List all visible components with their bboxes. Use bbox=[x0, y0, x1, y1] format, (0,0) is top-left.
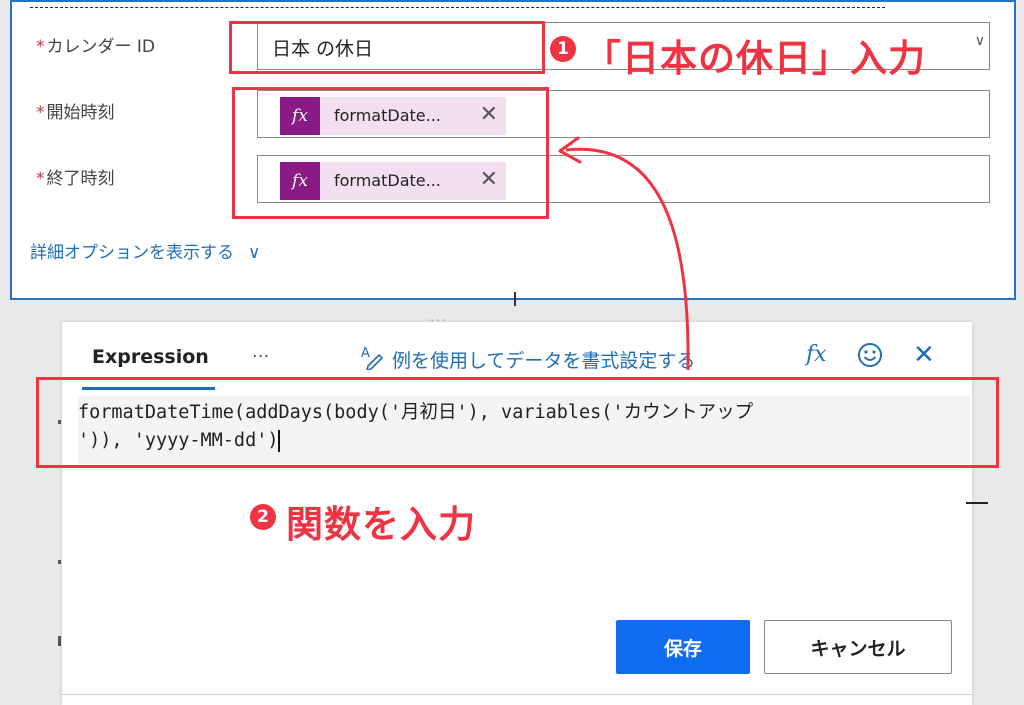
step-number-badge: 1 bbox=[550, 36, 576, 62]
cancel-button[interactable]: キャンセル bbox=[764, 620, 952, 674]
step-number-badge: 2 bbox=[250, 504, 276, 530]
fx-icon[interactable]: fx bbox=[806, 342, 827, 367]
start-time-label: * 開始時刻 bbox=[36, 103, 115, 123]
close-icon[interactable]: ✕ bbox=[913, 340, 935, 370]
format-icon[interactable]: A bbox=[359, 344, 385, 375]
smile-icon[interactable] bbox=[857, 342, 883, 368]
highlight-box-expression bbox=[36, 377, 999, 468]
svg-text:A: A bbox=[361, 346, 370, 361]
advanced-options-link[interactable]: 詳細オプションを表示する ∨ bbox=[30, 238, 260, 263]
step2-annotation: 関数を入力 bbox=[286, 503, 476, 546]
save-button[interactable]: 保存 bbox=[616, 620, 750, 674]
tab-expression[interactable]: Expression bbox=[92, 346, 209, 368]
step1-annotation: 「日本の休日」入力 bbox=[584, 37, 926, 80]
highlight-box-times bbox=[232, 87, 549, 219]
more-tabs-button[interactable]: ··· bbox=[252, 346, 269, 367]
dashed-border bbox=[30, 1, 885, 8]
chevron-down-icon: ∨ bbox=[974, 33, 985, 49]
background-mark bbox=[58, 636, 61, 646]
calendar-id-label: * カレンダー ID bbox=[36, 37, 156, 57]
background-mark bbox=[58, 560, 61, 564]
divider bbox=[62, 694, 972, 695]
chevron-down-icon: ∨ bbox=[248, 243, 261, 263]
connector-mark bbox=[514, 292, 516, 306]
format-data-link[interactable]: 例を使用してデータを書式設定する bbox=[392, 346, 695, 373]
editor-scroll-mark[interactable] bbox=[966, 502, 988, 504]
highlight-box-calendar bbox=[229, 21, 545, 74]
end-time-label: * 終了時刻 bbox=[36, 169, 115, 189]
